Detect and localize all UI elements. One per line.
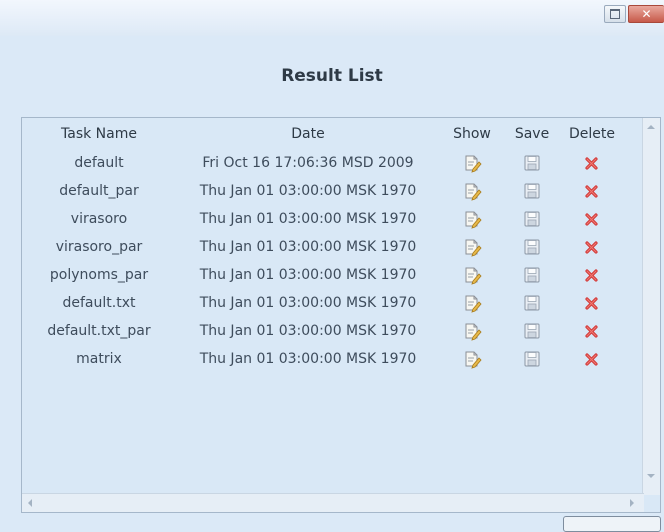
show-button[interactable]	[450, 205, 494, 233]
scroll-up-icon[interactable]	[647, 125, 655, 129]
task-name-cell: virasoro_par	[55, 239, 143, 255]
delete-x-icon	[584, 155, 600, 171]
delete-button[interactable]	[563, 177, 621, 205]
show-document-icon	[462, 321, 482, 341]
save-button[interactable]	[510, 289, 554, 317]
show-button[interactable]	[450, 177, 494, 205]
result-list-table: Task Name Date Show Save Delete default F…	[21, 117, 661, 513]
task-name-cell: matrix	[76, 351, 122, 367]
table-header: Task Name Date Show Save Delete	[22, 120, 642, 148]
show-document-icon	[462, 209, 482, 229]
date-cell: Thu Jan 01 03:00:00 MSK 1970	[199, 295, 417, 311]
save-disk-icon	[523, 154, 541, 172]
column-header-save: Save	[514, 126, 550, 142]
column-header-delete: Delete	[569, 126, 615, 142]
save-button[interactable]	[510, 149, 554, 177]
task-name-cell: default.txt	[62, 295, 136, 311]
table-row: matrix Thu Jan 01 03:00:00 MSK 1970	[22, 345, 642, 373]
table-row: default.txt_par Thu Jan 01 03:00:00 MSK 1…	[22, 317, 642, 345]
save-button[interactable]	[510, 317, 554, 345]
delete-button[interactable]	[563, 149, 621, 177]
save-disk-icon	[523, 238, 541, 256]
task-name-cell: default.txt_par	[47, 323, 151, 339]
date-cell: Fri Oct 16 17:06:36 MSD 2009	[202, 155, 414, 171]
table-row: default_par Thu Jan 01 03:00:00 MSK 1970	[22, 177, 642, 205]
restore-icon	[610, 9, 620, 19]
vertical-scrollbar[interactable]	[642, 118, 660, 495]
save-button[interactable]	[510, 345, 554, 373]
date-cell: Thu Jan 01 03:00:00 MSK 1970	[199, 323, 417, 339]
scroll-right-icon[interactable]	[630, 499, 634, 507]
table-row: default.txt Thu Jan 01 03:00:00 MSK 1970	[22, 289, 642, 317]
save-disk-icon	[523, 350, 541, 368]
show-button[interactable]	[450, 261, 494, 289]
scroll-left-icon[interactable]	[28, 499, 32, 507]
show-document-icon	[462, 293, 482, 313]
delete-x-icon	[584, 183, 600, 199]
save-disk-icon	[523, 294, 541, 312]
delete-button[interactable]	[563, 345, 621, 373]
restore-button[interactable]	[604, 5, 626, 23]
show-document-icon	[462, 237, 482, 257]
date-cell: Thu Jan 01 03:00:00 MSK 1970	[199, 211, 417, 227]
save-button[interactable]	[510, 261, 554, 289]
close-button[interactable]: ✕	[628, 5, 664, 23]
task-name-cell: polynoms_par	[49, 267, 149, 283]
show-document-icon	[462, 349, 482, 369]
page-title: Result List	[281, 66, 383, 86]
save-disk-icon	[523, 266, 541, 284]
table-row: virasoro Thu Jan 01 03:00:00 MSK 1970	[22, 205, 642, 233]
task-name-cell: default	[74, 155, 124, 171]
horizontal-scrollbar[interactable]	[22, 493, 644, 512]
delete-x-icon	[584, 239, 600, 255]
delete-button[interactable]	[563, 233, 621, 261]
table-row: default Fri Oct 16 17:06:36 MSD 2009	[22, 149, 642, 177]
delete-button[interactable]	[563, 261, 621, 289]
close-icon: ✕	[641, 7, 652, 21]
save-disk-icon	[523, 322, 541, 340]
column-header-date: Date	[291, 126, 325, 142]
delete-x-icon	[584, 211, 600, 227]
show-document-icon	[462, 265, 482, 285]
column-header-task-name: Task Name	[61, 126, 137, 142]
delete-x-icon	[584, 351, 600, 367]
save-disk-icon	[523, 182, 541, 200]
delete-x-icon	[584, 323, 600, 339]
show-document-icon	[462, 181, 482, 201]
task-name-cell: default_par	[59, 183, 139, 199]
show-button[interactable]	[450, 345, 494, 373]
window-titlebar: ✕	[0, 0, 664, 36]
save-button[interactable]	[510, 205, 554, 233]
table-row: polynoms_par Thu Jan 01 03:00:00 MSK 1970	[22, 261, 642, 289]
show-button[interactable]	[450, 233, 494, 261]
show-button[interactable]	[450, 289, 494, 317]
date-cell: Thu Jan 01 03:00:00 MSK 1970	[199, 183, 417, 199]
show-button[interactable]	[450, 149, 494, 177]
save-disk-icon	[523, 210, 541, 228]
bottom-button-edge[interactable]	[563, 516, 661, 532]
table-row: virasoro_par Thu Jan 01 03:00:00 MSK 1970	[22, 233, 642, 261]
date-cell: Thu Jan 01 03:00:00 MSK 1970	[199, 239, 417, 255]
save-button[interactable]	[510, 233, 554, 261]
show-document-icon	[462, 153, 482, 173]
task-name-cell: virasoro	[70, 211, 128, 227]
delete-x-icon	[584, 295, 600, 311]
save-button[interactable]	[510, 177, 554, 205]
delete-x-icon	[584, 267, 600, 283]
date-cell: Thu Jan 01 03:00:00 MSK 1970	[199, 267, 417, 283]
scroll-down-icon[interactable]	[647, 474, 655, 478]
date-cell: Thu Jan 01 03:00:00 MSK 1970	[199, 351, 417, 367]
show-button[interactable]	[450, 317, 494, 345]
delete-button[interactable]	[563, 317, 621, 345]
column-header-show: Show	[453, 126, 491, 142]
delete-button[interactable]	[563, 289, 621, 317]
delete-button[interactable]	[563, 205, 621, 233]
